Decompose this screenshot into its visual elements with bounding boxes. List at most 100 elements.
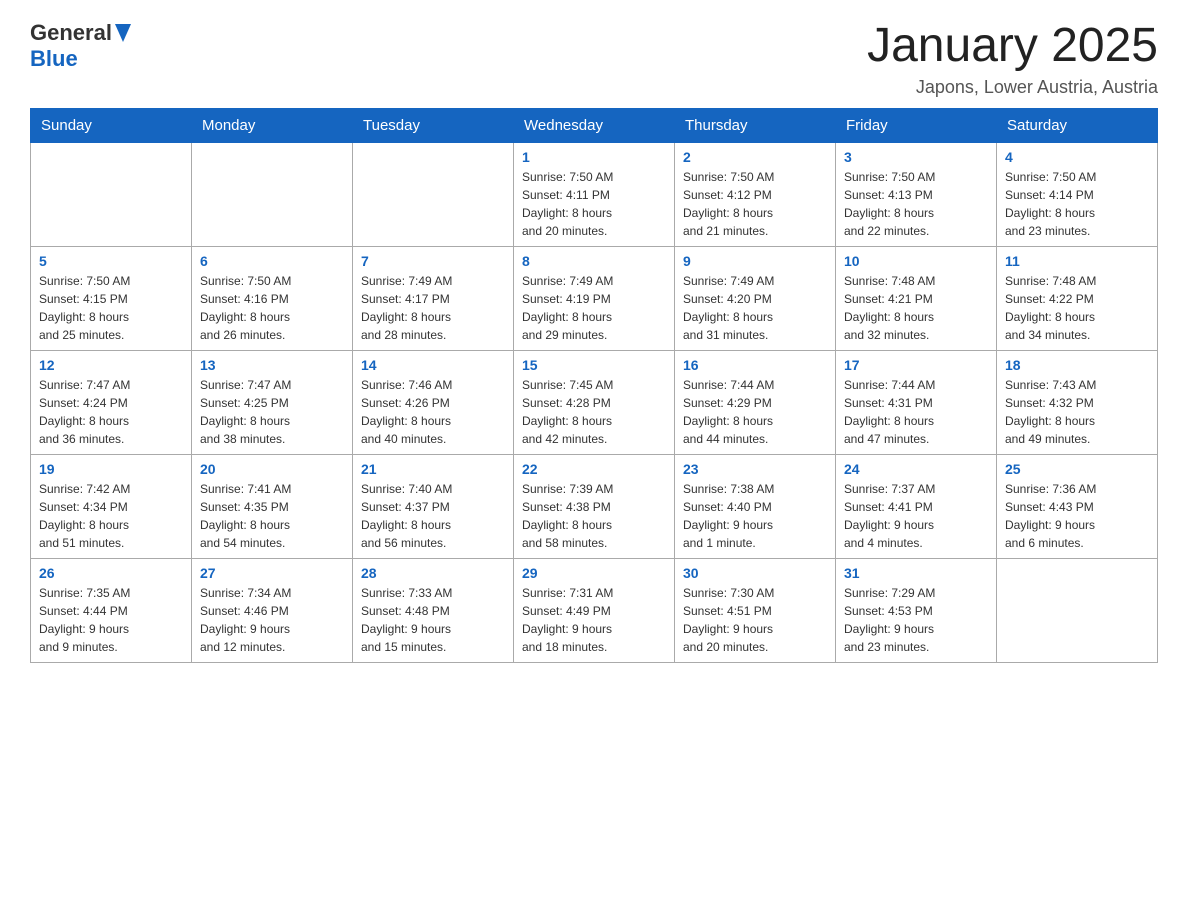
calendar-cell: 27Sunrise: 7:34 AMSunset: 4:46 PMDayligh… (192, 558, 353, 662)
day-info: Sunrise: 7:37 AMSunset: 4:41 PMDaylight:… (844, 480, 988, 552)
day-number: 3 (844, 149, 988, 165)
day-info: Sunrise: 7:36 AMSunset: 4:43 PMDaylight:… (1005, 480, 1149, 552)
calendar-cell: 13 Sunrise: 7:47 AMSunset: 4:25 PMDayligh… (192, 350, 353, 454)
calendar-week-row: 19 Sunrise: 7:42 AMSunset: 4:34 PMDayligh… (31, 454, 1158, 558)
calendar-cell: 10 Sunrise: 7:48 AMSunset: 4:21 PMDayligh… (836, 246, 997, 350)
day-number: 26 (39, 565, 183, 581)
calendar-cell: 23Sunrise: 7:38 AMSunset: 4:40 PMDayligh… (675, 454, 836, 558)
calendar-cell: 16 Sunrise: 7:44 AMSunset: 4:29 PMDayligh… (675, 350, 836, 454)
day-number: 28 (361, 565, 505, 581)
day-info: Sunrise: 7:49 AMSunset: 4:19 PMDaylight:… (522, 272, 666, 344)
calendar-cell: 11 Sunrise: 7:48 AMSunset: 4:22 PMDayligh… (997, 246, 1158, 350)
day-info: Sunrise: 7:47 AMSunset: 4:25 PMDaylight:… (200, 376, 344, 448)
calendar-header-thursday: Thursday (675, 108, 836, 142)
calendar-week-row: 26 Sunrise: 7:35 AMSunset: 4:44 PMDayligh… (31, 558, 1158, 662)
calendar-cell: 25 Sunrise: 7:36 AMSunset: 4:43 PMDayligh… (997, 454, 1158, 558)
calendar-cell: 17 Sunrise: 7:44 AMSunset: 4:31 PMDayligh… (836, 350, 997, 454)
calendar-week-row: 12 Sunrise: 7:47 AMSunset: 4:24 PMDayligh… (31, 350, 1158, 454)
calendar-cell: 2 Sunrise: 7:50 AMSunset: 4:12 PMDaylight… (675, 142, 836, 246)
day-number: 9 (683, 253, 827, 269)
day-info: Sunrise: 7:48 AMSunset: 4:21 PMDaylight:… (844, 272, 988, 344)
calendar-header-wednesday: Wednesday (514, 108, 675, 142)
calendar-cell: 14Sunrise: 7:46 AMSunset: 4:26 PMDayligh… (353, 350, 514, 454)
calendar-cell: 7 Sunrise: 7:49 AMSunset: 4:17 PMDaylight… (353, 246, 514, 350)
calendar-cell: 22 Sunrise: 7:39 AMSunset: 4:38 PMDayligh… (514, 454, 675, 558)
day-number: 31 (844, 565, 988, 581)
calendar-week-row: 1 Sunrise: 7:50 AMSunset: 4:11 PMDaylight… (31, 142, 1158, 246)
calendar-header-friday: Friday (836, 108, 997, 142)
calendar-cell: 21 Sunrise: 7:40 AMSunset: 4:37 PMDayligh… (353, 454, 514, 558)
calendar-header-monday: Monday (192, 108, 353, 142)
day-number: 23 (683, 461, 827, 477)
day-number: 30 (683, 565, 827, 581)
calendar-cell (353, 142, 514, 246)
calendar-cell (997, 558, 1158, 662)
logo-triangle-icon (115, 24, 131, 42)
day-info: Sunrise: 7:43 AMSunset: 4:32 PMDaylight:… (1005, 376, 1149, 448)
calendar-cell: 6Sunrise: 7:50 AMSunset: 4:16 PMDaylight… (192, 246, 353, 350)
calendar-cell: 9 Sunrise: 7:49 AMSunset: 4:20 PMDaylight… (675, 246, 836, 350)
day-info: Sunrise: 7:35 AMSunset: 4:44 PMDaylight:… (39, 584, 183, 656)
day-number: 11 (1005, 253, 1149, 269)
day-info: Sunrise: 7:40 AMSunset: 4:37 PMDaylight:… (361, 480, 505, 552)
day-info: Sunrise: 7:44 AMSunset: 4:29 PMDaylight:… (683, 376, 827, 448)
day-number: 4 (1005, 149, 1149, 165)
day-number: 1 (522, 149, 666, 165)
day-info: Sunrise: 7:29 AMSunset: 4:53 PMDaylight:… (844, 584, 988, 656)
day-info: Sunrise: 7:50 AMSunset: 4:15 PMDaylight:… (39, 272, 183, 344)
calendar-cell (31, 142, 192, 246)
day-number: 7 (361, 253, 505, 269)
day-number: 12 (39, 357, 183, 373)
day-info: Sunrise: 7:50 AMSunset: 4:14 PMDaylight:… (1005, 168, 1149, 240)
logo: General Blue (30, 20, 131, 72)
day-number: 19 (39, 461, 183, 477)
calendar-cell: 15 Sunrise: 7:45 AMSunset: 4:28 PMDayligh… (514, 350, 675, 454)
calendar-cell: 4 Sunrise: 7:50 AMSunset: 4:14 PMDaylight… (997, 142, 1158, 246)
day-info: Sunrise: 7:45 AMSunset: 4:28 PMDaylight:… (522, 376, 666, 448)
calendar-cell: 18 Sunrise: 7:43 AMSunset: 4:32 PMDayligh… (997, 350, 1158, 454)
day-number: 21 (361, 461, 505, 477)
page-header: General Blue January 2025 Japons, Lower … (30, 20, 1158, 98)
calendar-header-row: SundayMondayTuesdayWednesdayThursdayFrid… (31, 108, 1158, 142)
day-info: Sunrise: 7:49 AMSunset: 4:20 PMDaylight:… (683, 272, 827, 344)
day-number: 25 (1005, 461, 1149, 477)
calendar-cell (192, 142, 353, 246)
day-info: Sunrise: 7:41 AMSunset: 4:35 PMDaylight:… (200, 480, 344, 552)
day-number: 15 (522, 357, 666, 373)
day-number: 29 (522, 565, 666, 581)
day-number: 24 (844, 461, 988, 477)
logo-general-text: General (30, 20, 112, 46)
day-number: 22 (522, 461, 666, 477)
calendar-header-saturday: Saturday (997, 108, 1158, 142)
day-number: 10 (844, 253, 988, 269)
day-info: Sunrise: 7:33 AMSunset: 4:48 PMDaylight:… (361, 584, 505, 656)
calendar-week-row: 5 Sunrise: 7:50 AMSunset: 4:15 PMDaylight… (31, 246, 1158, 350)
day-number: 16 (683, 357, 827, 373)
day-info: Sunrise: 7:39 AMSunset: 4:38 PMDaylight:… (522, 480, 666, 552)
day-number: 17 (844, 357, 988, 373)
calendar-cell: 30 Sunrise: 7:30 AMSunset: 4:51 PMDayligh… (675, 558, 836, 662)
day-info: Sunrise: 7:49 AMSunset: 4:17 PMDaylight:… (361, 272, 505, 344)
day-number: 2 (683, 149, 827, 165)
day-number: 18 (1005, 357, 1149, 373)
title-block: January 2025 Japons, Lower Austria, Aust… (867, 20, 1158, 98)
day-info: Sunrise: 7:30 AMSunset: 4:51 PMDaylight:… (683, 584, 827, 656)
day-number: 5 (39, 253, 183, 269)
calendar-cell: 28 Sunrise: 7:33 AMSunset: 4:48 PMDayligh… (353, 558, 514, 662)
day-info: Sunrise: 7:44 AMSunset: 4:31 PMDaylight:… (844, 376, 988, 448)
day-info: Sunrise: 7:50 AMSunset: 4:12 PMDaylight:… (683, 168, 827, 240)
calendar-cell: 8 Sunrise: 7:49 AMSunset: 4:19 PMDaylight… (514, 246, 675, 350)
day-number: 14 (361, 357, 505, 373)
calendar-header-sunday: Sunday (31, 108, 192, 142)
day-info: Sunrise: 7:34 AMSunset: 4:46 PMDaylight:… (200, 584, 344, 656)
month-title: January 2025 (867, 20, 1158, 73)
day-number: 8 (522, 253, 666, 269)
calendar-cell: 31 Sunrise: 7:29 AMSunset: 4:53 PMDayligh… (836, 558, 997, 662)
day-info: Sunrise: 7:42 AMSunset: 4:34 PMDaylight:… (39, 480, 183, 552)
day-info: Sunrise: 7:50 AMSunset: 4:11 PMDaylight:… (522, 168, 666, 240)
day-info: Sunrise: 7:48 AMSunset: 4:22 PMDaylight:… (1005, 272, 1149, 344)
day-info: Sunrise: 7:47 AMSunset: 4:24 PMDaylight:… (39, 376, 183, 448)
day-number: 13 (200, 357, 344, 373)
calendar-cell: 20Sunrise: 7:41 AMSunset: 4:35 PMDayligh… (192, 454, 353, 558)
day-number: 6 (200, 253, 344, 269)
